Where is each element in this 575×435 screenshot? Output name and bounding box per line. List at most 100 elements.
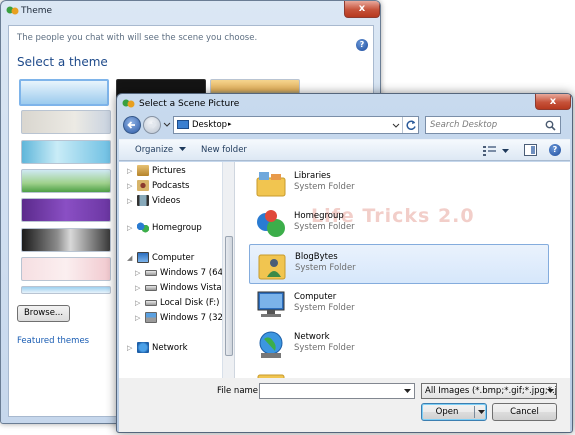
nav-item-network[interactable]: ▷ Network	[127, 341, 188, 356]
theme-thumbnail[interactable]	[21, 140, 111, 164]
address-separator[interactable]: ▸	[228, 120, 232, 128]
organize-button[interactable]: Organize	[135, 145, 186, 155]
file-type-select[interactable]: All Images (*.bmp;*.gif;*.jpg;*.jp	[421, 383, 557, 399]
nav-label[interactable]: Homegroup	[152, 223, 202, 233]
list-item-libraries[interactable]: Libraries System Folder	[249, 164, 549, 204]
list-item-blogbytes[interactable]: BlogBytes System Folder	[249, 244, 549, 284]
list-item-computer[interactable]: Computer System Folder	[249, 285, 549, 325]
file-name-dropdown-icon[interactable]	[404, 389, 411, 394]
nav-item-videos[interactable]: ▷ Videos	[127, 194, 180, 209]
nav-item-homegroup[interactable]: ▷ Homegroup	[127, 221, 202, 236]
expand-arrow-icon[interactable]: ▷	[127, 221, 137, 236]
expand-arrow-icon[interactable]: ▷	[127, 179, 137, 194]
file-name-input[interactable]	[259, 383, 415, 399]
new-folder-button[interactable]: New folder	[201, 145, 247, 155]
search-box[interactable]: Search Desktop	[425, 116, 561, 134]
theme-thumbnail[interactable]	[19, 79, 109, 106]
item-name[interactable]: Computer	[294, 292, 336, 302]
item-name[interactable]: BlogBytes	[295, 252, 338, 262]
nav-label[interactable]: Computer	[152, 253, 194, 263]
open-dropdown-icon[interactable]	[478, 410, 485, 415]
collapse-arrow-icon[interactable]: ◢	[127, 251, 137, 266]
expand-arrow-icon[interactable]: ▷	[127, 194, 137, 209]
list-item-homegroup[interactable]: Homegroup System Folder	[249, 204, 549, 244]
help-icon[interactable]: ?	[356, 39, 368, 51]
network-icon	[137, 342, 149, 353]
nav-item-podcasts[interactable]: ▷ Podcasts	[127, 179, 190, 194]
theme-thumbnail[interactable]	[21, 286, 111, 294]
open-button[interactable]: Open	[421, 403, 487, 421]
nav-pane-scrollbar[interactable]	[223, 162, 235, 378]
nav-item-drive[interactable]: ▷ Local Disk (F:)	[135, 296, 219, 311]
file-type-dropdown-icon[interactable]	[547, 389, 554, 394]
refresh-button[interactable]	[402, 117, 419, 133]
nav-item-drive[interactable]: ▷ Windows 7 (32 Bi	[135, 311, 222, 326]
theme-thumbnail[interactable]	[21, 228, 111, 252]
folder-icon	[257, 374, 285, 378]
computer-icon	[257, 291, 285, 317]
drive-icon	[145, 299, 157, 306]
dialog-close-button[interactable]: x	[535, 94, 571, 110]
nav-scrollbar-thumb[interactable]	[225, 236, 233, 356]
drive-icon	[145, 284, 157, 291]
cancel-button[interactable]: Cancel	[492, 403, 557, 421]
expand-arrow-icon[interactable]: ▷	[135, 311, 145, 326]
nav-label[interactable]: Local Disk (F:)	[160, 298, 219, 308]
nav-label[interactable]: Podcasts	[152, 181, 190, 191]
network-icon	[259, 331, 283, 358]
nav-label[interactable]: Pictures	[152, 166, 186, 176]
search-placeholder[interactable]: Search Desktop	[430, 120, 497, 130]
theme-thumbnail[interactable]	[21, 110, 111, 134]
theme-thumbnail[interactable]	[21, 169, 111, 193]
expand-arrow-icon[interactable]: ▷	[127, 164, 137, 179]
browser-content: ▷ Pictures ▷ Podcasts ▷ Videos ▷ Homegro…	[119, 162, 570, 378]
browse-button[interactable]: Browse...	[17, 305, 70, 322]
open-label[interactable]: Open	[422, 404, 472, 420]
list-item-network[interactable]: Network System Folder	[249, 325, 549, 365]
nav-label[interactable]: Network	[152, 343, 188, 353]
expand-arrow-icon[interactable]: ▷	[127, 341, 137, 356]
address-location[interactable]: Desktop	[192, 120, 227, 130]
nav-item-computer[interactable]: ◢ Computer	[127, 251, 194, 266]
select-scene-picture-dialog: Select a Scene Picture x Desktop ▸ Searc…	[116, 93, 573, 433]
expand-arrow-icon[interactable]: ▷	[135, 296, 145, 311]
recent-locations-chevron-icon[interactable]	[163, 122, 171, 128]
view-options-icon[interactable]	[483, 145, 497, 156]
featured-themes-link[interactable]: Featured themes	[17, 336, 89, 346]
toolbar: Organize New folder ?	[119, 139, 570, 161]
expand-arrow-icon[interactable]: ▷	[135, 281, 145, 296]
dialog-help-icon[interactable]: ?	[549, 144, 561, 156]
nav-label[interactable]: Windows Vista (D	[160, 283, 222, 293]
dialog-app-icon	[122, 99, 135, 108]
back-button[interactable]	[123, 116, 141, 134]
item-name[interactable]: Network	[294, 332, 330, 342]
expand-arrow-icon[interactable]: ▷	[135, 266, 145, 281]
theme-app-icon	[6, 6, 19, 15]
forward-button[interactable]	[143, 116, 161, 134]
organize-dropdown-icon[interactable]	[178, 147, 186, 152]
address-bar[interactable]: Desktop ▸	[173, 116, 419, 134]
item-name[interactable]: Homegroup	[294, 211, 344, 221]
nav-item-drive[interactable]: ▷ Windows Vista (D	[135, 281, 222, 296]
file-type-value[interactable]: All Images (*.bmp;*.gif;*.jpg;*.jp	[425, 386, 556, 396]
forward-arrow-icon	[149, 121, 157, 129]
theme-thumbnail[interactable]	[21, 198, 111, 222]
theme-heading: Select a theme	[17, 55, 108, 69]
nav-item-drive[interactable]: ▷ Windows 7 (64 Bi	[135, 266, 222, 281]
search-icon[interactable]	[545, 120, 556, 131]
nav-label[interactable]: Windows 7 (64 Bi	[160, 268, 222, 278]
nav-label[interactable]: Videos	[152, 196, 180, 206]
view-dropdown-icon[interactable]	[502, 149, 509, 154]
preview-pane-icon[interactable]	[524, 144, 537, 156]
organize-label[interactable]: Organize	[135, 145, 173, 155]
item-name[interactable]: Libraries	[294, 171, 331, 181]
pictures-icon	[137, 165, 149, 176]
list-item-partial[interactable]	[249, 365, 549, 378]
address-dropdown-icon[interactable]	[392, 123, 400, 129]
nav-item-pictures[interactable]: ▷ Pictures	[127, 164, 186, 179]
theme-thumbnail[interactable]	[21, 257, 111, 281]
theme-close-button[interactable]: x	[344, 1, 380, 18]
theme-subtitle: The people you chat with will see the sc…	[17, 33, 258, 43]
file-list: Life Tricks 2.0 Libraries System Folder …	[239, 162, 570, 378]
nav-label[interactable]: Windows 7 (32 Bi	[160, 313, 222, 323]
